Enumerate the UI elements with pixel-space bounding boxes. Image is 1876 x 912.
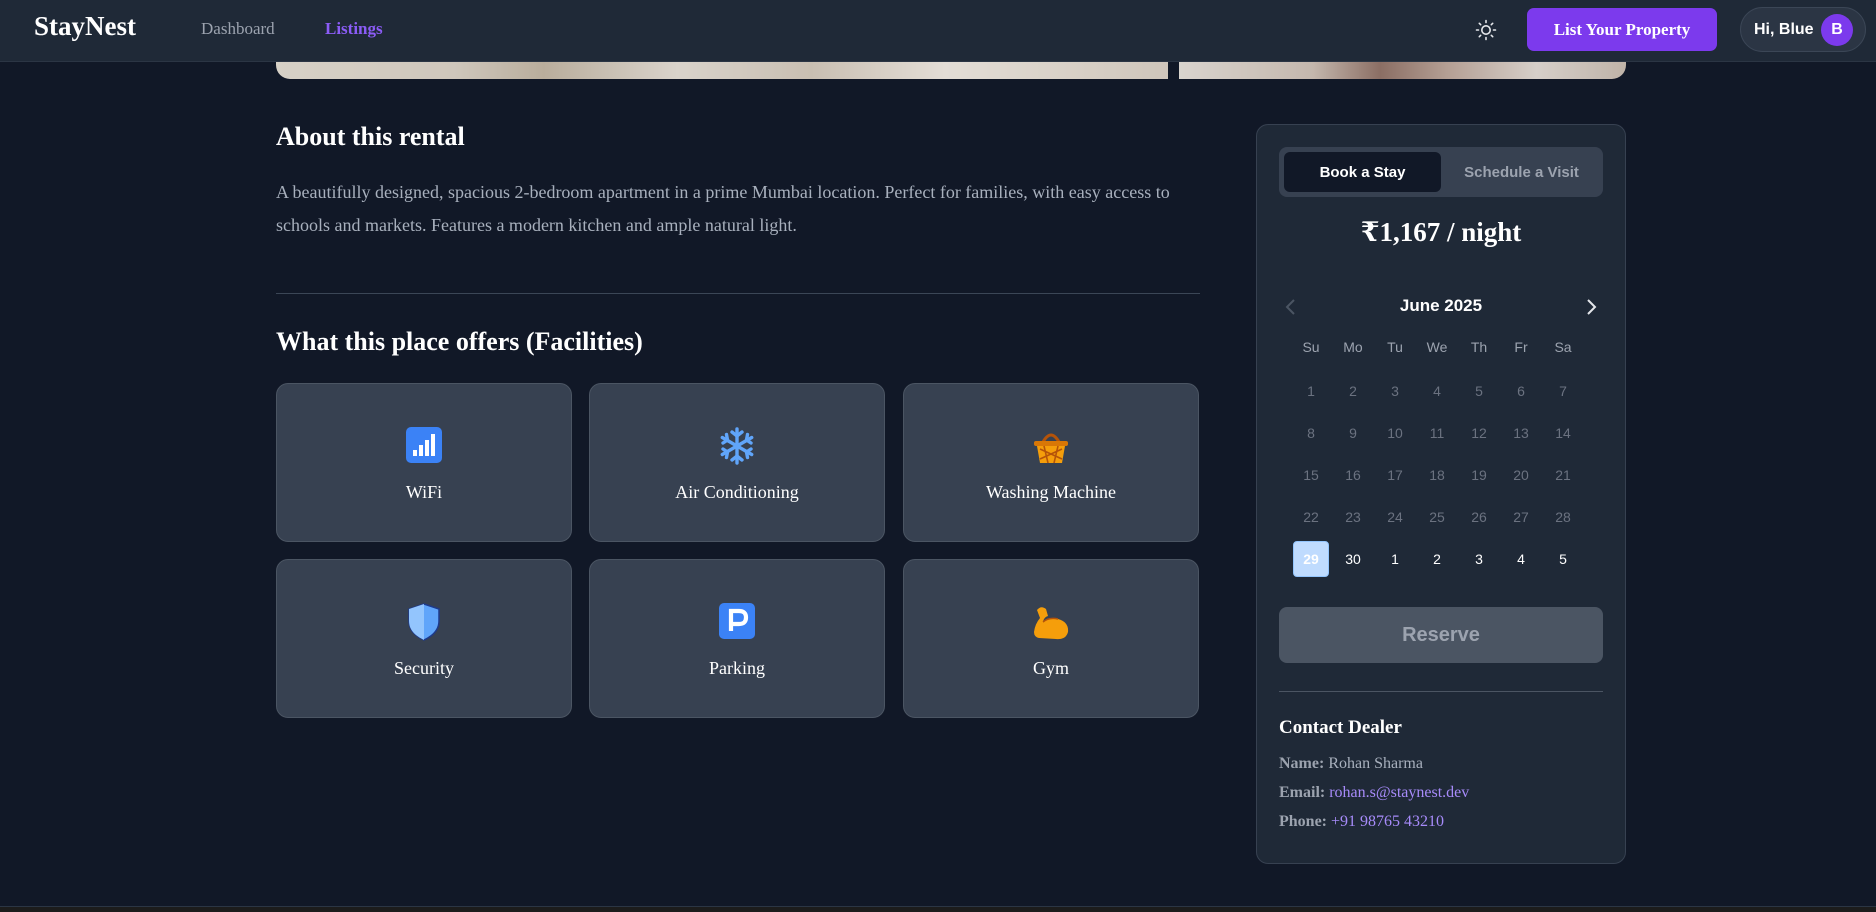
calendar-header: June 2025	[1279, 289, 1603, 325]
weekday-label: Su	[1302, 339, 1320, 355]
calendar-day: 14	[1555, 425, 1571, 441]
tab-schedule-a-visit[interactable]: Schedule a Visit	[1445, 152, 1598, 192]
calendar-day: 25	[1429, 509, 1445, 525]
facility-card-air-conditioning: Air Conditioning	[589, 383, 885, 542]
calendar-day-selected[interactable]: 29	[1293, 541, 1329, 577]
user-menu[interactable]: Hi, Blue B	[1740, 7, 1866, 52]
calendar-day[interactable]: 1	[1377, 541, 1413, 577]
weekday-label: Fr	[1514, 339, 1528, 355]
snowflake-icon	[590, 426, 884, 466]
calendar-day: 20	[1513, 467, 1529, 483]
about-heading: About this rental	[276, 122, 465, 151]
facility-card-parking: Parking	[589, 559, 885, 718]
reserve-button[interactable]: Reserve	[1279, 607, 1603, 663]
calendar-day[interactable]: 4	[1503, 541, 1539, 577]
chevron-right-icon[interactable]	[1579, 293, 1603, 321]
calendar-day: 9	[1349, 425, 1357, 441]
calendar-day: 10	[1387, 425, 1403, 441]
calendar-day: 3	[1391, 383, 1399, 399]
facility-card-washing-machine: Washing Machine	[903, 383, 1199, 542]
calendar-day: 27	[1513, 509, 1529, 525]
weekday-label: Tu	[1387, 339, 1403, 355]
section-divider	[276, 293, 1200, 294]
calendar-day[interactable]: 3	[1461, 541, 1497, 577]
calendar-day: 16	[1345, 467, 1361, 483]
contact-email-label: Email:	[1279, 784, 1326, 801]
facility-label: Air Conditioning	[675, 482, 799, 502]
contact-name-row: Name: Rohan Sharma	[1279, 755, 1423, 773]
weekday-label: Mo	[1343, 339, 1363, 355]
calendar-day: 2	[1349, 383, 1357, 399]
calendar-day: 28	[1555, 509, 1571, 525]
list-property-button[interactable]: List Your Property	[1527, 8, 1717, 51]
booking-tabs: Book a Stay Schedule a Visit	[1279, 147, 1603, 197]
card-divider	[1279, 691, 1603, 692]
tab-book-a-stay[interactable]: Book a Stay	[1284, 152, 1441, 192]
sun-icon[interactable]	[1474, 18, 1498, 42]
facility-card-gym: Gym	[903, 559, 1199, 718]
calendar-day[interactable]: 30	[1335, 541, 1371, 577]
booking-card: Book a Stay Schedule a Visit ₹1,167 / ni…	[1256, 124, 1626, 864]
calendar-day: 15	[1303, 467, 1319, 483]
weekday-label: We	[1426, 339, 1448, 355]
contact-title: Contact Dealer	[1279, 717, 1402, 738]
calendar-day: 21	[1555, 467, 1571, 483]
wifi-signal-icon	[277, 426, 571, 466]
contact-phone-label: Phone:	[1279, 813, 1327, 830]
calendar-day: 24	[1387, 509, 1403, 525]
calendar-month: June 2025	[1399, 296, 1483, 315]
weekday-label: Th	[1470, 339, 1488, 355]
weekday-label: Sa	[1554, 339, 1572, 355]
page-footer-edge	[0, 906, 1876, 912]
avatar: B	[1821, 14, 1853, 46]
top-navbar: StayNest Dashboard Listings List Your Pr…	[0, 0, 1876, 62]
about-description: A beautifully designed, spacious 2-bedro…	[276, 182, 1170, 235]
calendar-day: 22	[1303, 509, 1319, 525]
basket-icon	[904, 426, 1198, 466]
facility-card-security: Security	[276, 559, 572, 718]
facilities-heading: What this place offers (Facilities)	[276, 327, 643, 356]
contact-phone-row: Phone: +91 98765 43210	[1279, 813, 1444, 831]
calendar-day: 17	[1387, 467, 1403, 483]
shield-icon	[277, 602, 571, 642]
flexed-bicep-icon	[904, 602, 1198, 642]
calendar-day: 7	[1559, 383, 1567, 399]
facility-label: WiFi	[405, 482, 443, 502]
calendar-day[interactable]: 5	[1545, 541, 1581, 577]
facility-card-wifi: WiFi	[276, 383, 572, 542]
nav-link-dashboard[interactable]: Dashboard	[201, 19, 275, 39]
nav-link-listings[interactable]: Listings	[325, 19, 383, 39]
calendar-day: 13	[1513, 425, 1529, 441]
calendar-day: 1	[1307, 383, 1315, 399]
calendar-day: 26	[1471, 509, 1487, 525]
calendar-day: 18	[1429, 467, 1445, 483]
calendar-day: 12	[1471, 425, 1487, 441]
facility-label: Gym	[1033, 658, 1069, 678]
facility-label: Washing Machine	[985, 482, 1117, 502]
calendar-day[interactable]: 2	[1419, 541, 1455, 577]
calendar-day: 23	[1345, 509, 1361, 525]
contact-phone-link[interactable]: +91 98765 43210	[1331, 813, 1444, 830]
parking-icon	[590, 602, 884, 642]
brand-logo[interactable]: StayNest	[34, 11, 136, 42]
nightly-price: ₹1,167 / night	[1360, 217, 1522, 247]
facility-label: Parking	[709, 658, 765, 678]
contact-name: Rohan Sharma	[1328, 755, 1423, 772]
user-greeting: Hi, Blue	[1754, 20, 1814, 38]
calendar-day: 5	[1475, 383, 1483, 399]
facility-label: Security	[394, 658, 454, 678]
contact-email-link[interactable]: rohan.s@staynest.dev	[1329, 784, 1469, 801]
calendar-day: 19	[1471, 467, 1487, 483]
calendar-day: 6	[1517, 383, 1525, 399]
calendar-day: 8	[1307, 425, 1315, 441]
calendar-day: 11	[1429, 425, 1445, 441]
contact-email-row: Email: rohan.s@staynest.dev	[1279, 784, 1469, 802]
calendar-day: 4	[1433, 383, 1441, 399]
contact-name-label: Name:	[1279, 755, 1325, 772]
